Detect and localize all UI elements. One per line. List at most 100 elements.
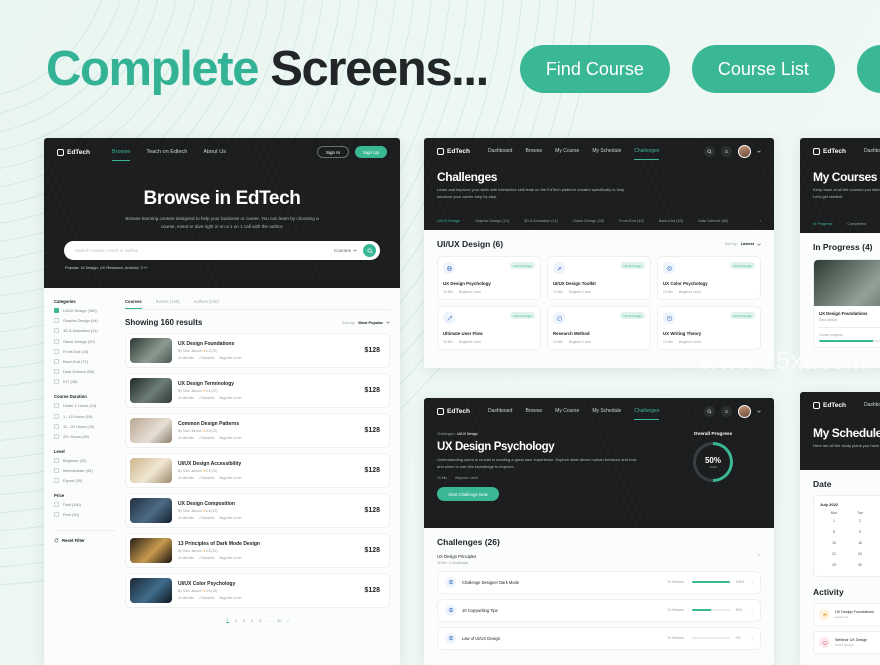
filter-option[interactable]: Free (20) bbox=[54, 512, 116, 518]
search-submit-button[interactable] bbox=[363, 244, 376, 258]
sign-in-button[interactable]: Sign In bbox=[317, 146, 349, 158]
challenge-card[interactable]: UI/UX Design Ultimate User Flow 10 Min B… bbox=[437, 306, 541, 350]
filter-option[interactable]: UI/UX Design (160) bbox=[54, 308, 116, 313]
nav-item-my-schedule[interactable]: My Schedule bbox=[592, 408, 621, 414]
notification-icon[interactable] bbox=[721, 145, 732, 157]
challenge-card[interactable]: UI/UX Design UX Design Psychology 10 Min… bbox=[437, 256, 541, 300]
calendar-day[interactable]: 15 bbox=[820, 537, 848, 548]
next-page-icon[interactable]: › bbox=[287, 618, 288, 623]
calendar-day[interactable]: 24 bbox=[872, 548, 880, 559]
chevron-down-icon[interactable] bbox=[757, 150, 761, 153]
filter-option[interactable]: 20+ Hours (30) bbox=[54, 433, 116, 439]
category-tab-frontend[interactable]: Front-End (43) bbox=[619, 219, 644, 223]
checkbox-icon[interactable] bbox=[54, 348, 59, 354]
page-1[interactable]: 1 bbox=[226, 617, 229, 623]
tab-events[interactable]: Events (140) bbox=[156, 299, 180, 309]
filter-option[interactable]: Back-End (72) bbox=[54, 358, 116, 364]
calendar-day[interactable]: 9 bbox=[848, 526, 872, 537]
course-card[interactable]: UX Design Foundations Sam Janson Course … bbox=[813, 259, 880, 348]
page-30[interactable]: 30 bbox=[277, 618, 281, 623]
start-challenge-button[interactable]: Start Challenge Now bbox=[437, 487, 499, 501]
nav-item-challenges[interactable]: Challenges bbox=[634, 148, 660, 160]
page-2[interactable]: 2 bbox=[235, 618, 237, 623]
nav-item-dashboard[interactable]: Dashboard bbox=[488, 408, 512, 414]
filter-option[interactable]: Under 1 Hours (24) bbox=[54, 403, 116, 409]
chevron-down-icon[interactable] bbox=[757, 410, 761, 413]
nav-item-challenges[interactable]: Challenges bbox=[634, 408, 660, 420]
search-filter-select[interactable]: Courses bbox=[334, 248, 357, 253]
filter-option[interactable]: Beginner (20) bbox=[54, 457, 116, 463]
table-row[interactable]: 13 Principles of Dark Mode Design By Sam… bbox=[125, 533, 390, 568]
collapse-icon[interactable]: ⌃ bbox=[757, 554, 761, 560]
filter-option[interactable]: Expert (30) bbox=[54, 478, 116, 484]
nav-item-dashboard[interactable]: Dashboard bbox=[864, 402, 880, 408]
brand-logo[interactable]: EdTech bbox=[57, 148, 90, 156]
list-item[interactable]: 10 Copywriting Tips 10 Minutes 50% › bbox=[437, 598, 761, 622]
search-input[interactable]: Search course, event or author bbox=[75, 248, 334, 253]
tab-completed[interactable]: Completed bbox=[847, 222, 865, 226]
nav-item-browse[interactable]: Browse bbox=[525, 408, 542, 414]
list-item[interactable]: Law of UI/UX Design 10 Minutes 0% › bbox=[437, 626, 761, 650]
tab-authors[interactable]: Authors (140) bbox=[194, 299, 219, 309]
filter-option[interactable]: Game Design (20) bbox=[54, 338, 116, 344]
find-course-button[interactable]: Find Course bbox=[519, 45, 670, 93]
table-row[interactable]: UI/UX Color Psychology By Sam Janson ★4.… bbox=[125, 573, 390, 608]
avatar[interactable] bbox=[738, 404, 751, 418]
checkbox-icon[interactable] bbox=[54, 433, 59, 439]
notification-icon[interactable] bbox=[721, 405, 732, 417]
calendar-day[interactable]: 1 bbox=[820, 515, 848, 526]
page-5[interactable]: 5 bbox=[259, 618, 261, 623]
checkbox-icon[interactable] bbox=[54, 502, 59, 508]
tab-courses[interactable]: Courses bbox=[125, 299, 142, 309]
category-tab-backend[interactable]: Back-End (43) bbox=[659, 219, 683, 223]
avatar[interactable] bbox=[738, 144, 751, 158]
calendar-day[interactable]: 31 bbox=[872, 559, 880, 570]
filter-option[interactable]: 11 - 20 Hours (40) bbox=[54, 423, 116, 429]
sign-up-button[interactable]: Sign Up bbox=[355, 146, 387, 158]
calendar-day[interactable]: 8 bbox=[820, 526, 848, 537]
nav-item-my-course[interactable]: My Course bbox=[555, 148, 579, 154]
checkbox-icon[interactable] bbox=[54, 318, 59, 324]
sort-value[interactable]: Most Popular bbox=[358, 320, 383, 325]
calendar-day[interactable]: 23 bbox=[848, 548, 872, 559]
calendar-day[interactable]: 10 bbox=[872, 526, 880, 537]
search-icon[interactable] bbox=[704, 145, 715, 157]
filter-option[interactable]: Intermediate (43) bbox=[54, 468, 116, 474]
filter-option[interactable]: IOT (46) bbox=[54, 379, 116, 385]
nav-item-dashboard[interactable]: Dashboard bbox=[864, 148, 880, 154]
nav-item-my-schedule[interactable]: My Schedule bbox=[592, 148, 621, 154]
list-item[interactable]: Challenge Designer Dark Mode 10 Minutes … bbox=[437, 570, 761, 594]
challenge-card[interactable]: UI/UX Design Research Method 10 Min Begi… bbox=[547, 306, 651, 350]
category-tab-3d[interactable]: 3D & Animation (21) bbox=[524, 219, 558, 223]
checkbox-icon[interactable] bbox=[54, 478, 59, 484]
calendar-day[interactable]: 30 bbox=[848, 559, 872, 570]
category-tab-datascience[interactable]: Data Science (65) bbox=[698, 219, 728, 223]
challenge-card[interactable]: UI/UX Design UI/UX Design Toolkit 10 Min… bbox=[547, 256, 651, 300]
tab-in-progress[interactable]: In Progress bbox=[813, 222, 832, 226]
sort-value[interactable]: Lastest bbox=[741, 242, 754, 246]
challenge-card[interactable]: UI/UX Design UX Color Psychology 10 Min … bbox=[657, 256, 761, 300]
filter-option[interactable]: Front-End (43) bbox=[54, 348, 116, 354]
category-tab-uiux[interactable]: UI/UX Design bbox=[437, 219, 460, 223]
checkbox-icon[interactable] bbox=[54, 457, 59, 463]
checkbox-icon[interactable] bbox=[54, 328, 59, 334]
page-3[interactable]: 3 bbox=[243, 618, 245, 623]
filter-option[interactable]: 1 - 10 Hours (16) bbox=[54, 413, 116, 419]
checkbox-icon[interactable] bbox=[54, 358, 59, 364]
checkbox-icon[interactable] bbox=[54, 308, 59, 313]
category-tab-graphic[interactable]: Graphic Design (10) bbox=[475, 219, 509, 223]
chevron-right-icon[interactable]: › bbox=[752, 608, 753, 613]
checkbox-icon[interactable] bbox=[54, 379, 59, 385]
calendar-day[interactable]: 2 bbox=[848, 515, 872, 526]
chevron-right-icon[interactable]: › bbox=[752, 580, 753, 585]
table-row[interactable]: UI/UX Design Accessibility By Sam Janson… bbox=[125, 453, 390, 488]
category-tabs-next-icon[interactable]: › bbox=[760, 219, 761, 223]
nav-item-about[interactable]: About Us bbox=[203, 149, 226, 155]
calendar-day[interactable]: 22 bbox=[820, 548, 848, 559]
brand-logo[interactable]: EdTech bbox=[437, 407, 470, 415]
search-icon[interactable] bbox=[704, 405, 715, 417]
brand-logo[interactable]: EdTech bbox=[813, 401, 846, 409]
checkbox-icon[interactable] bbox=[54, 512, 59, 518]
filter-option[interactable]: Paid (160) bbox=[54, 502, 116, 508]
nav-item-browse[interactable]: Browse bbox=[525, 148, 542, 154]
